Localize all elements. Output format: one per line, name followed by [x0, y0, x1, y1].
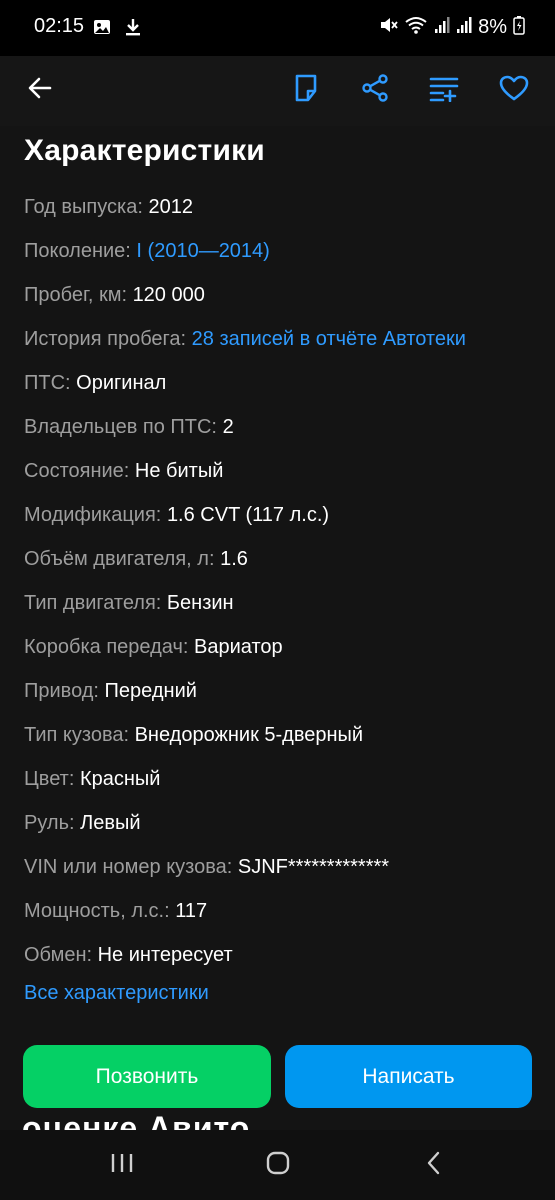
recent-apps-icon	[109, 1151, 135, 1180]
spec-label: Обмен:	[24, 944, 93, 966]
system-nav-bar	[0, 1130, 555, 1200]
mute-icon	[378, 15, 398, 40]
spec-label: ПТС:	[24, 372, 71, 394]
spec-row: Состояние: Не битый	[24, 452, 544, 496]
spec-label: Модификация:	[24, 504, 162, 526]
status-system-icons: 8%	[378, 15, 525, 40]
spec-value: SJNF*************	[237, 856, 390, 878]
section-title: Характеристики	[24, 134, 265, 167]
spec-value: Левый	[80, 812, 141, 834]
signal-icon	[434, 15, 450, 40]
spec-row: Привод: Передний	[24, 672, 544, 716]
call-button[interactable]: Позвонить	[23, 1045, 271, 1108]
spec-label: Владельцев по ПТС:	[24, 416, 217, 438]
spec-value: Передний	[104, 680, 197, 702]
spec-label: Мощность, л.с.:	[24, 900, 170, 922]
spec-row: Модификация: 1.6 CVT (117 л.с.)	[24, 496, 544, 540]
spec-value: Оригинал	[76, 372, 167, 394]
spec-label: Пробег, км:	[24, 284, 127, 306]
spec-row: Обмен: Не интересует	[24, 936, 544, 980]
spec-value: 1.6 CVT (117 л.с.)	[166, 504, 330, 526]
spec-value: Не битый	[134, 460, 224, 482]
gallery-icon	[92, 17, 112, 42]
toolbar	[0, 56, 555, 126]
spec-value: 1.6	[220, 548, 248, 570]
spec-label: Цвет:	[24, 768, 75, 790]
spec-row: Мощность, л.с.: 117	[24, 892, 544, 936]
spec-row: VIN или номер кузова: SJNF*************	[24, 848, 544, 892]
screen: 02:15 8% Характеристики Год выпуска: 201…	[0, 0, 555, 1200]
spec-label: Год выпуска:	[24, 196, 143, 218]
home-icon	[265, 1150, 291, 1181]
spec-row: Год выпуска: 2012	[24, 188, 544, 232]
write-button[interactable]: Написать	[285, 1045, 532, 1108]
spec-value: Красный	[79, 768, 161, 790]
compare-icon	[428, 74, 460, 107]
share-icon	[360, 73, 390, 108]
status-time: 02:15	[34, 15, 85, 37]
spec-row[interactable]: История пробега: 28 записей в отчёте Авт…	[24, 320, 544, 364]
back-icon	[424, 1150, 444, 1181]
spec-value: Бензин	[166, 592, 234, 614]
status-notification-icons	[92, 17, 142, 42]
spec-value: 2012	[148, 196, 193, 218]
specs-list: Год выпуска: 2012 Поколение: I (2010—2014…	[24, 188, 544, 980]
spec-label: Объём двигателя, л:	[24, 548, 215, 570]
spec-value: 2	[222, 416, 234, 438]
note-icon	[292, 73, 320, 108]
next-section-heading: оценке Авито	[22, 1110, 251, 1130]
spec-row: Тип двигателя: Бензин	[24, 584, 544, 628]
spec-label: Состояние:	[24, 460, 130, 482]
battery-level: 8%	[478, 16, 507, 38]
system-back-button[interactable]	[414, 1148, 454, 1182]
spec-row: Коробка передач: Вариатор	[24, 628, 544, 672]
signal-icon-2	[456, 15, 472, 40]
spec-label: История пробега:	[24, 328, 187, 350]
spec-value: 120 000	[132, 284, 205, 306]
share-button[interactable]	[349, 64, 401, 116]
spec-label: Коробка передач:	[24, 636, 189, 658]
battery-charging-icon	[513, 15, 525, 40]
all-specs-link[interactable]: Все характеристики	[24, 982, 209, 1005]
spec-value: Внедорожник 5-дверный	[134, 724, 364, 746]
spec-value: Не интересует	[97, 944, 233, 966]
spec-value-link[interactable]: 28 записей в отчёте Автотеки	[192, 328, 466, 350]
spec-row: Руль: Левый	[24, 804, 544, 848]
spec-value: Вариатор	[194, 636, 283, 658]
spec-row: Тип кузова: Внедорожник 5-дверный	[24, 716, 544, 760]
spec-label: VIN или номер кузова:	[24, 856, 233, 878]
download-icon	[124, 17, 142, 42]
compare-button[interactable]	[418, 64, 470, 116]
status-bar: 02:15 8%	[0, 0, 555, 56]
favorite-button[interactable]	[488, 64, 540, 116]
spec-value-link[interactable]: I (2010—2014)	[136, 240, 269, 262]
spec-label: Руль:	[24, 812, 75, 834]
home-button[interactable]	[258, 1148, 298, 1182]
spec-label: Тип двигателя:	[24, 592, 162, 614]
spec-row[interactable]: Поколение: I (2010—2014)	[24, 232, 544, 276]
recent-apps-button[interactable]	[102, 1148, 142, 1182]
spec-label: Привод:	[24, 680, 99, 702]
content-area: Характеристики Год выпуска: 2012 Поколени…	[0, 126, 555, 1130]
spec-row: Цвет: Красный	[24, 760, 544, 804]
spec-value: 117	[175, 900, 208, 922]
note-button[interactable]	[280, 64, 332, 116]
spec-row: Владельцев по ПТС: 2	[24, 408, 544, 452]
spec-row: Объём двигателя, л: 1.6	[24, 540, 544, 584]
spec-row: ПТС: Оригинал	[24, 364, 544, 408]
spec-row: Пробег, км: 120 000	[24, 276, 544, 320]
spec-label: Поколение:	[24, 240, 131, 262]
arrow-left-icon	[26, 74, 54, 107]
spec-label: Тип кузова:	[24, 724, 130, 746]
wifi-icon	[404, 15, 428, 40]
back-button[interactable]	[14, 64, 66, 116]
heart-icon	[498, 74, 530, 107]
